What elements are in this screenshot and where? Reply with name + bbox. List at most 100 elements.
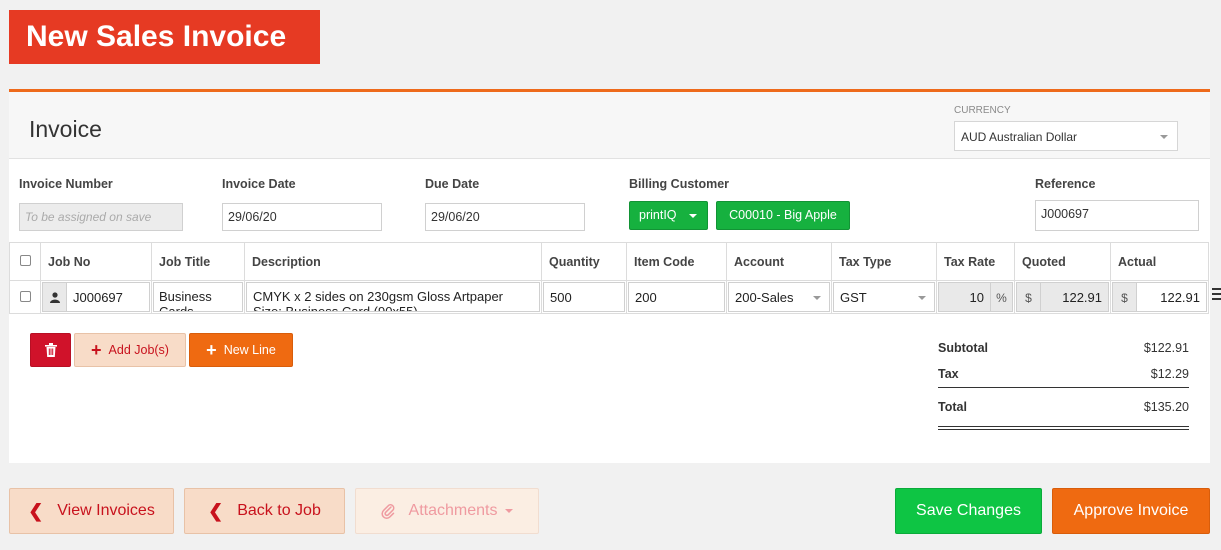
- table-header-row: Job No Job Title Description Quantity It…: [9, 242, 1209, 281]
- trash-icon: [44, 343, 57, 357]
- attachments-button: Attachments: [355, 488, 539, 534]
- account-value: 200-Sales: [735, 290, 794, 305]
- add-jobs-label: Add Job(s): [108, 343, 169, 357]
- page-title: New Sales Invoice: [9, 10, 320, 64]
- percent-addon: %: [990, 283, 1012, 311]
- quoted-currency-addon: $: [1017, 283, 1041, 311]
- tax-rate-cell: 10 %: [936, 280, 1015, 314]
- invoice-number-field: To be assigned on save: [19, 203, 183, 231]
- view-invoices-label: View Invoices: [57, 502, 155, 519]
- chevron-down-icon: [505, 509, 514, 513]
- job-title-line-2: Cards: [159, 304, 194, 312]
- header-quantity: Quantity: [541, 242, 627, 281]
- panel-header: Invoice CURRENCY AUD Australian Dollar: [9, 92, 1210, 159]
- header-quoted: Quoted: [1014, 242, 1111, 281]
- chevron-down-icon: [813, 296, 821, 300]
- total-label: Total: [938, 400, 967, 414]
- description-cell: CMYK x 2 sides on 230gsm Gloss Artpaper …: [244, 280, 542, 314]
- description-line-1: CMYK x 2 sides on 230gsm Gloss Artpaper: [253, 289, 504, 304]
- currency-label: CURRENCY: [954, 105, 1011, 116]
- delete-lines-button[interactable]: [30, 333, 71, 367]
- invoice-date-field[interactable]: 29/06/20: [222, 203, 382, 231]
- job-title-field[interactable]: Business Cards: [153, 282, 243, 312]
- actual-currency-addon: $: [1113, 283, 1137, 311]
- drag-handle-icon[interactable]: [1212, 288, 1221, 300]
- invoice-number-label: Invoice Number: [19, 177, 113, 191]
- header-job-title: Job Title: [151, 242, 245, 281]
- currency-select[interactable]: AUD Australian Dollar: [954, 121, 1178, 151]
- view-invoices-button[interactable]: ❮ View Invoices: [9, 488, 174, 534]
- panel-title: Invoice: [29, 116, 102, 142]
- header-tax-rate: Tax Rate: [936, 242, 1015, 281]
- actual-cell: $ 122.91: [1110, 280, 1209, 314]
- back-to-job-button[interactable]: ❮ Back to Job: [184, 488, 345, 534]
- quoted-cell: $ 122.91: [1014, 280, 1111, 314]
- invoice-panel: Invoice CURRENCY AUD Australian Dollar I…: [9, 89, 1221, 463]
- billing-customer-label: Billing Customer: [629, 177, 730, 191]
- tax-type-select[interactable]: GST: [833, 282, 935, 312]
- item-code-cell: 200: [626, 280, 727, 314]
- reference-label: Reference: [1035, 177, 1096, 191]
- header-job-no: Job No: [40, 242, 152, 281]
- header-item-code: Item Code: [626, 242, 727, 281]
- plus-icon: +: [91, 340, 102, 360]
- due-date-field[interactable]: 29/06/20: [425, 203, 585, 231]
- header-description: Description: [244, 242, 542, 281]
- chevron-down-icon: [1160, 135, 1168, 139]
- chevron-left-icon: ❮: [208, 500, 224, 521]
- subtotal-value: $122.91: [1143, 341, 1189, 355]
- select-all-cell: [9, 242, 41, 281]
- item-code-field[interactable]: 200: [628, 282, 725, 312]
- total-double-rule-bottom: [938, 429, 1189, 430]
- billing-source-dropdown[interactable]: printIQ: [629, 201, 708, 230]
- new-line-label: New Line: [223, 343, 276, 357]
- reference-field[interactable]: J000697: [1035, 200, 1199, 231]
- new-line-button[interactable]: + New Line: [189, 333, 293, 367]
- quantity-cell: 500: [541, 280, 627, 314]
- description-line-2: Size: Business Card (90x55): [253, 304, 418, 312]
- approve-invoice-button[interactable]: Approve Invoice: [1052, 488, 1210, 534]
- tax-label: Tax: [938, 367, 959, 381]
- description-field[interactable]: CMYK x 2 sides on 230gsm Gloss Artpaper …: [246, 282, 540, 312]
- chevron-down-icon: [689, 214, 697, 218]
- job-title-cell: Business Cards: [151, 280, 245, 314]
- table-row: J000697 Business Cards CMYK x 2 sides on…: [9, 280, 1209, 314]
- save-changes-button[interactable]: Save Changes: [895, 488, 1042, 534]
- person-icon: [43, 283, 67, 311]
- total-double-rule-top: [938, 426, 1189, 427]
- job-no-cell: J000697: [40, 280, 152, 314]
- row-select-cell: [9, 280, 41, 314]
- header-actual: Actual: [1110, 242, 1209, 281]
- due-date-label: Due Date: [425, 177, 480, 191]
- chevron-left-icon: ❮: [28, 500, 44, 521]
- header-tax-type: Tax Type: [831, 242, 937, 281]
- actual-field[interactable]: 122.91: [1137, 283, 1206, 311]
- invoice-date-label: Invoice Date: [222, 177, 296, 191]
- header-account: Account: [726, 242, 832, 281]
- subtotal-label: Subtotal: [938, 341, 988, 355]
- quantity-field[interactable]: 500: [543, 282, 625, 312]
- account-select[interactable]: 200-Sales: [728, 282, 830, 312]
- tax-type-cell: GST: [831, 280, 937, 314]
- totals-divider: [938, 387, 1189, 388]
- quoted-field: 122.91: [1041, 283, 1108, 311]
- account-cell: 200-Sales: [726, 280, 832, 314]
- chevron-down-icon: [918, 296, 926, 300]
- paperclip-icon: [380, 504, 394, 519]
- tax-type-value: GST: [840, 290, 867, 305]
- attachments-label: Attachments: [408, 502, 498, 519]
- job-title-line-1: Business: [159, 289, 212, 304]
- billing-customer-button[interactable]: C00010 - Big Apple: [716, 201, 850, 230]
- plus-icon: +: [206, 340, 217, 360]
- billing-source-label: printIQ: [639, 208, 677, 222]
- invoice-lines-table: Job No Job Title Description Quantity It…: [9, 242, 1209, 314]
- add-jobs-button[interactable]: + Add Job(s): [74, 333, 186, 367]
- row-checkbox[interactable]: [19, 291, 31, 302]
- total-value: $135.20: [1143, 400, 1189, 414]
- tax-value: $12.29: [1150, 367, 1189, 381]
- tax-rate-field[interactable]: 10: [939, 283, 990, 311]
- job-no-field[interactable]: J000697: [67, 283, 129, 311]
- currency-value: AUD Australian Dollar: [961, 130, 1078, 144]
- back-to-job-label: Back to Job: [237, 502, 321, 519]
- select-all-checkbox[interactable]: [19, 254, 31, 266]
